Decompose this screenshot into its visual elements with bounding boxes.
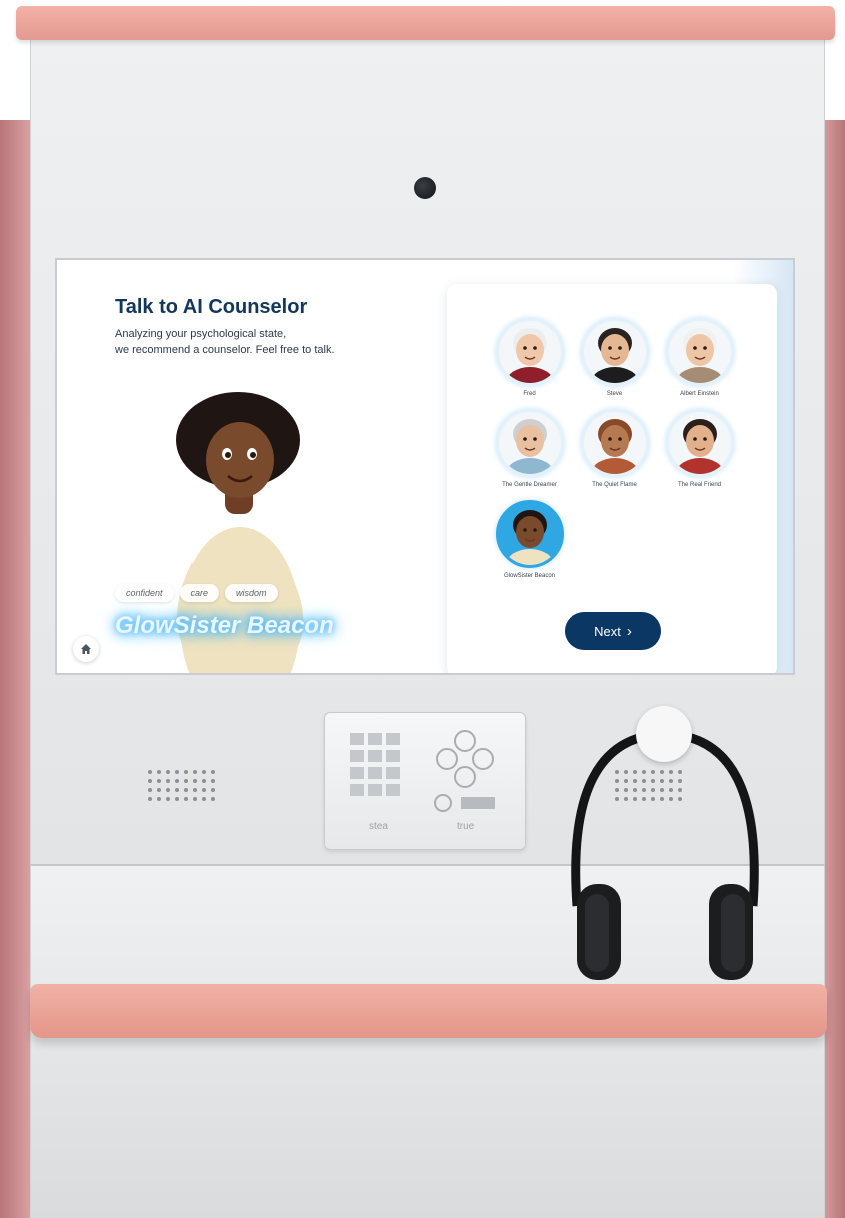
camera-icon bbox=[414, 177, 436, 199]
portrait-pupil-left bbox=[225, 452, 231, 458]
chevron-right-icon: › bbox=[626, 622, 632, 640]
grille-hole bbox=[157, 788, 161, 792]
counselor-option[interactable]: Fred bbox=[487, 318, 572, 397]
grille-hole bbox=[184, 788, 188, 792]
counselor-name: Fred bbox=[523, 391, 536, 397]
trait-tag: care bbox=[179, 584, 220, 602]
home-icon bbox=[81, 644, 91, 654]
grille-hole bbox=[193, 779, 197, 783]
speaker-grille-left bbox=[148, 770, 215, 801]
headphone-hook bbox=[636, 706, 692, 762]
grille-hole bbox=[193, 797, 197, 801]
counselor-option[interactable]: GlowSister Beacon bbox=[487, 500, 572, 579]
counselor-name: Steve bbox=[606, 391, 623, 397]
grille-hole bbox=[175, 788, 179, 792]
counselor-avatar bbox=[495, 409, 564, 477]
trait-tags: confident care wisdom bbox=[115, 584, 278, 602]
counselor-avatar bbox=[580, 409, 649, 477]
counselor-avatar bbox=[580, 318, 649, 386]
kiosk-screen: Talk to AI Counselor Analyzing your psyc… bbox=[55, 258, 795, 675]
grille-hole bbox=[202, 797, 206, 801]
grille-hole bbox=[193, 770, 197, 774]
grille-hole bbox=[166, 779, 170, 783]
counselor-avatar bbox=[495, 500, 564, 568]
counselor-name: The Quiet Flame bbox=[592, 482, 637, 488]
grille-hole bbox=[166, 770, 170, 774]
counselor-name: The Real Friend bbox=[677, 482, 722, 488]
grille-hole bbox=[184, 770, 188, 774]
grille-hole bbox=[211, 797, 215, 801]
grille-hole bbox=[184, 779, 188, 783]
counselor-option[interactable]: The Gentle Dreamer bbox=[487, 409, 572, 488]
grille-hole bbox=[211, 788, 215, 792]
page-title: Talk to AI Counselor bbox=[115, 296, 308, 318]
counselor-avatar bbox=[665, 409, 734, 477]
counselor-name: Albert Einstein bbox=[680, 391, 719, 397]
grille-hole bbox=[157, 797, 161, 801]
grille-hole bbox=[166, 797, 170, 801]
counselor-option[interactable]: The Real Friend bbox=[657, 409, 742, 488]
grille-hole bbox=[211, 770, 215, 774]
grille-hole bbox=[175, 779, 179, 783]
keypad-graphic bbox=[350, 730, 495, 812]
grille-hole bbox=[202, 779, 206, 783]
trait-tag: confident bbox=[115, 584, 174, 602]
counselor-option[interactable]: Steve bbox=[572, 318, 657, 397]
portrait-face bbox=[206, 422, 274, 498]
grille-hole bbox=[148, 770, 152, 774]
grille-hole bbox=[193, 788, 197, 792]
trait-tag: wisdom bbox=[225, 584, 278, 602]
featured-counselor-name: GlowSister Beacon bbox=[115, 612, 334, 639]
counselor-option[interactable]: The Quiet Flame bbox=[572, 409, 657, 488]
kiosk-shelf bbox=[30, 984, 827, 1038]
home-button[interactable] bbox=[73, 636, 99, 662]
grille-hole bbox=[202, 770, 206, 774]
counselor-name: GlowSister Beacon bbox=[503, 573, 556, 579]
counselor-option[interactable]: Albert Einstein bbox=[657, 318, 742, 397]
counselor-selection-card: Fred Steve Albert Einstein The Gentle Dream… bbox=[447, 284, 777, 673]
grille-hole bbox=[148, 779, 152, 783]
grille-hole bbox=[175, 770, 179, 774]
grille-hole bbox=[175, 797, 179, 801]
grille-hole bbox=[148, 788, 152, 792]
portrait-pupil-right bbox=[250, 452, 256, 458]
grille-hole bbox=[148, 797, 152, 801]
grille-hole bbox=[157, 779, 161, 783]
grille-hole bbox=[157, 770, 161, 774]
counselor-name: The Gentle Dreamer bbox=[502, 482, 557, 488]
next-button-label: Next bbox=[594, 623, 621, 639]
grille-hole bbox=[166, 788, 170, 792]
wall-left bbox=[0, 120, 30, 1218]
page-subtitle: Analyzing your psychological state, we r… bbox=[115, 328, 335, 356]
grille-hole bbox=[211, 779, 215, 783]
kiosk-top-cap bbox=[16, 6, 835, 40]
grille-hole bbox=[184, 797, 188, 801]
keypad-left-label: stea bbox=[369, 821, 388, 832]
grille-hole bbox=[202, 788, 206, 792]
next-button[interactable]: Next › bbox=[565, 612, 661, 650]
counselor-grid: Fred Steve Albert Einstein The Gentle Dream… bbox=[487, 318, 742, 579]
counselor-avatar bbox=[665, 318, 734, 386]
counselor-avatar bbox=[495, 318, 564, 386]
keypad-right-label: true bbox=[457, 821, 475, 832]
keypad-panel: stea true bbox=[324, 712, 526, 850]
